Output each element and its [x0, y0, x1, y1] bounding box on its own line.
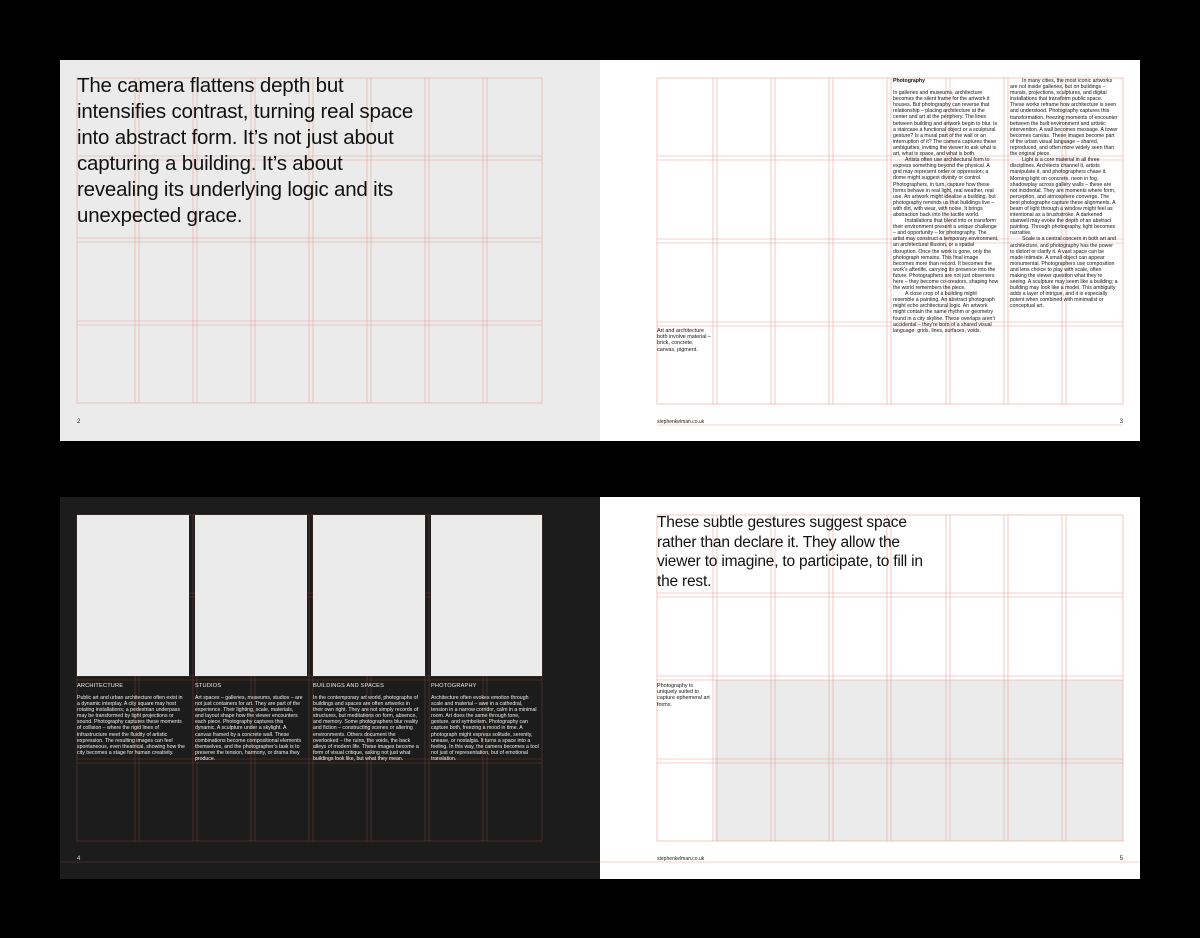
page-3: Art and architecture both involve materi… [600, 60, 1140, 441]
paragraph: A close crop of a building might resembl… [893, 291, 995, 334]
page-number: 2 [77, 419, 81, 425]
card-text: Architecture often evokes emotion throug… [431, 695, 539, 762]
side-caption: Art and architecture both involve materi… [657, 328, 711, 353]
article-column-2: In many cities, the most iconic artworks… [1010, 78, 1118, 310]
page-number: 4 [77, 856, 81, 862]
page-number: 5 [1119, 856, 1123, 862]
paragraph: Artists often use architectural form to … [893, 157, 996, 218]
page-4: ARCHITECTURE Public art and urban archit… [60, 497, 600, 879]
pull-quote: The camera flattens depth but intensifie… [77, 74, 414, 227]
image-placeholder [77, 515, 189, 676]
page-number: 3 [1119, 419, 1123, 425]
paragraph: Scale is a central concern in both art a… [1010, 236, 1118, 310]
side-caption: Photography is uniquely suited to captur… [657, 683, 710, 708]
image-placeholder [431, 515, 542, 676]
paragraph: Light is a core material in all three di… [1010, 157, 1116, 237]
card-text: Art spaces – galleries, museums, studios… [195, 695, 303, 762]
footer-url: stephenkelman.co.uk [657, 856, 705, 862]
card-text: In the contemporary art world, photograp… [313, 695, 419, 762]
image-placeholder [195, 515, 307, 676]
image-placeholder [313, 515, 425, 676]
article-heading: Photography [893, 78, 925, 84]
article-column-1: Photography In galleries and museums, ar… [893, 78, 999, 334]
card-title: ARCHITECTURE [77, 683, 124, 689]
card-title: STUDIOS [195, 683, 222, 689]
footer-url: stephenkelman.co.uk [657, 419, 705, 425]
paragraph: In galleries and museums, architecture b… [893, 90, 998, 158]
page-2: The camera flattens depth but intensifie… [60, 60, 600, 441]
paragraph: Installations that blend into or transfo… [893, 218, 999, 292]
card-title: BUILDINGS AND SPACES [313, 683, 385, 689]
paragraph: In many cities, the most iconic artworks… [1010, 78, 1118, 158]
page-5: These subtle gestures suggest space rath… [600, 497, 1140, 879]
card-text: Public art and urban architecture often … [77, 695, 185, 756]
pull-quote: These subtle gestures suggest space rath… [657, 514, 923, 590]
card-title: PHOTOGRAPHY [431, 683, 477, 689]
